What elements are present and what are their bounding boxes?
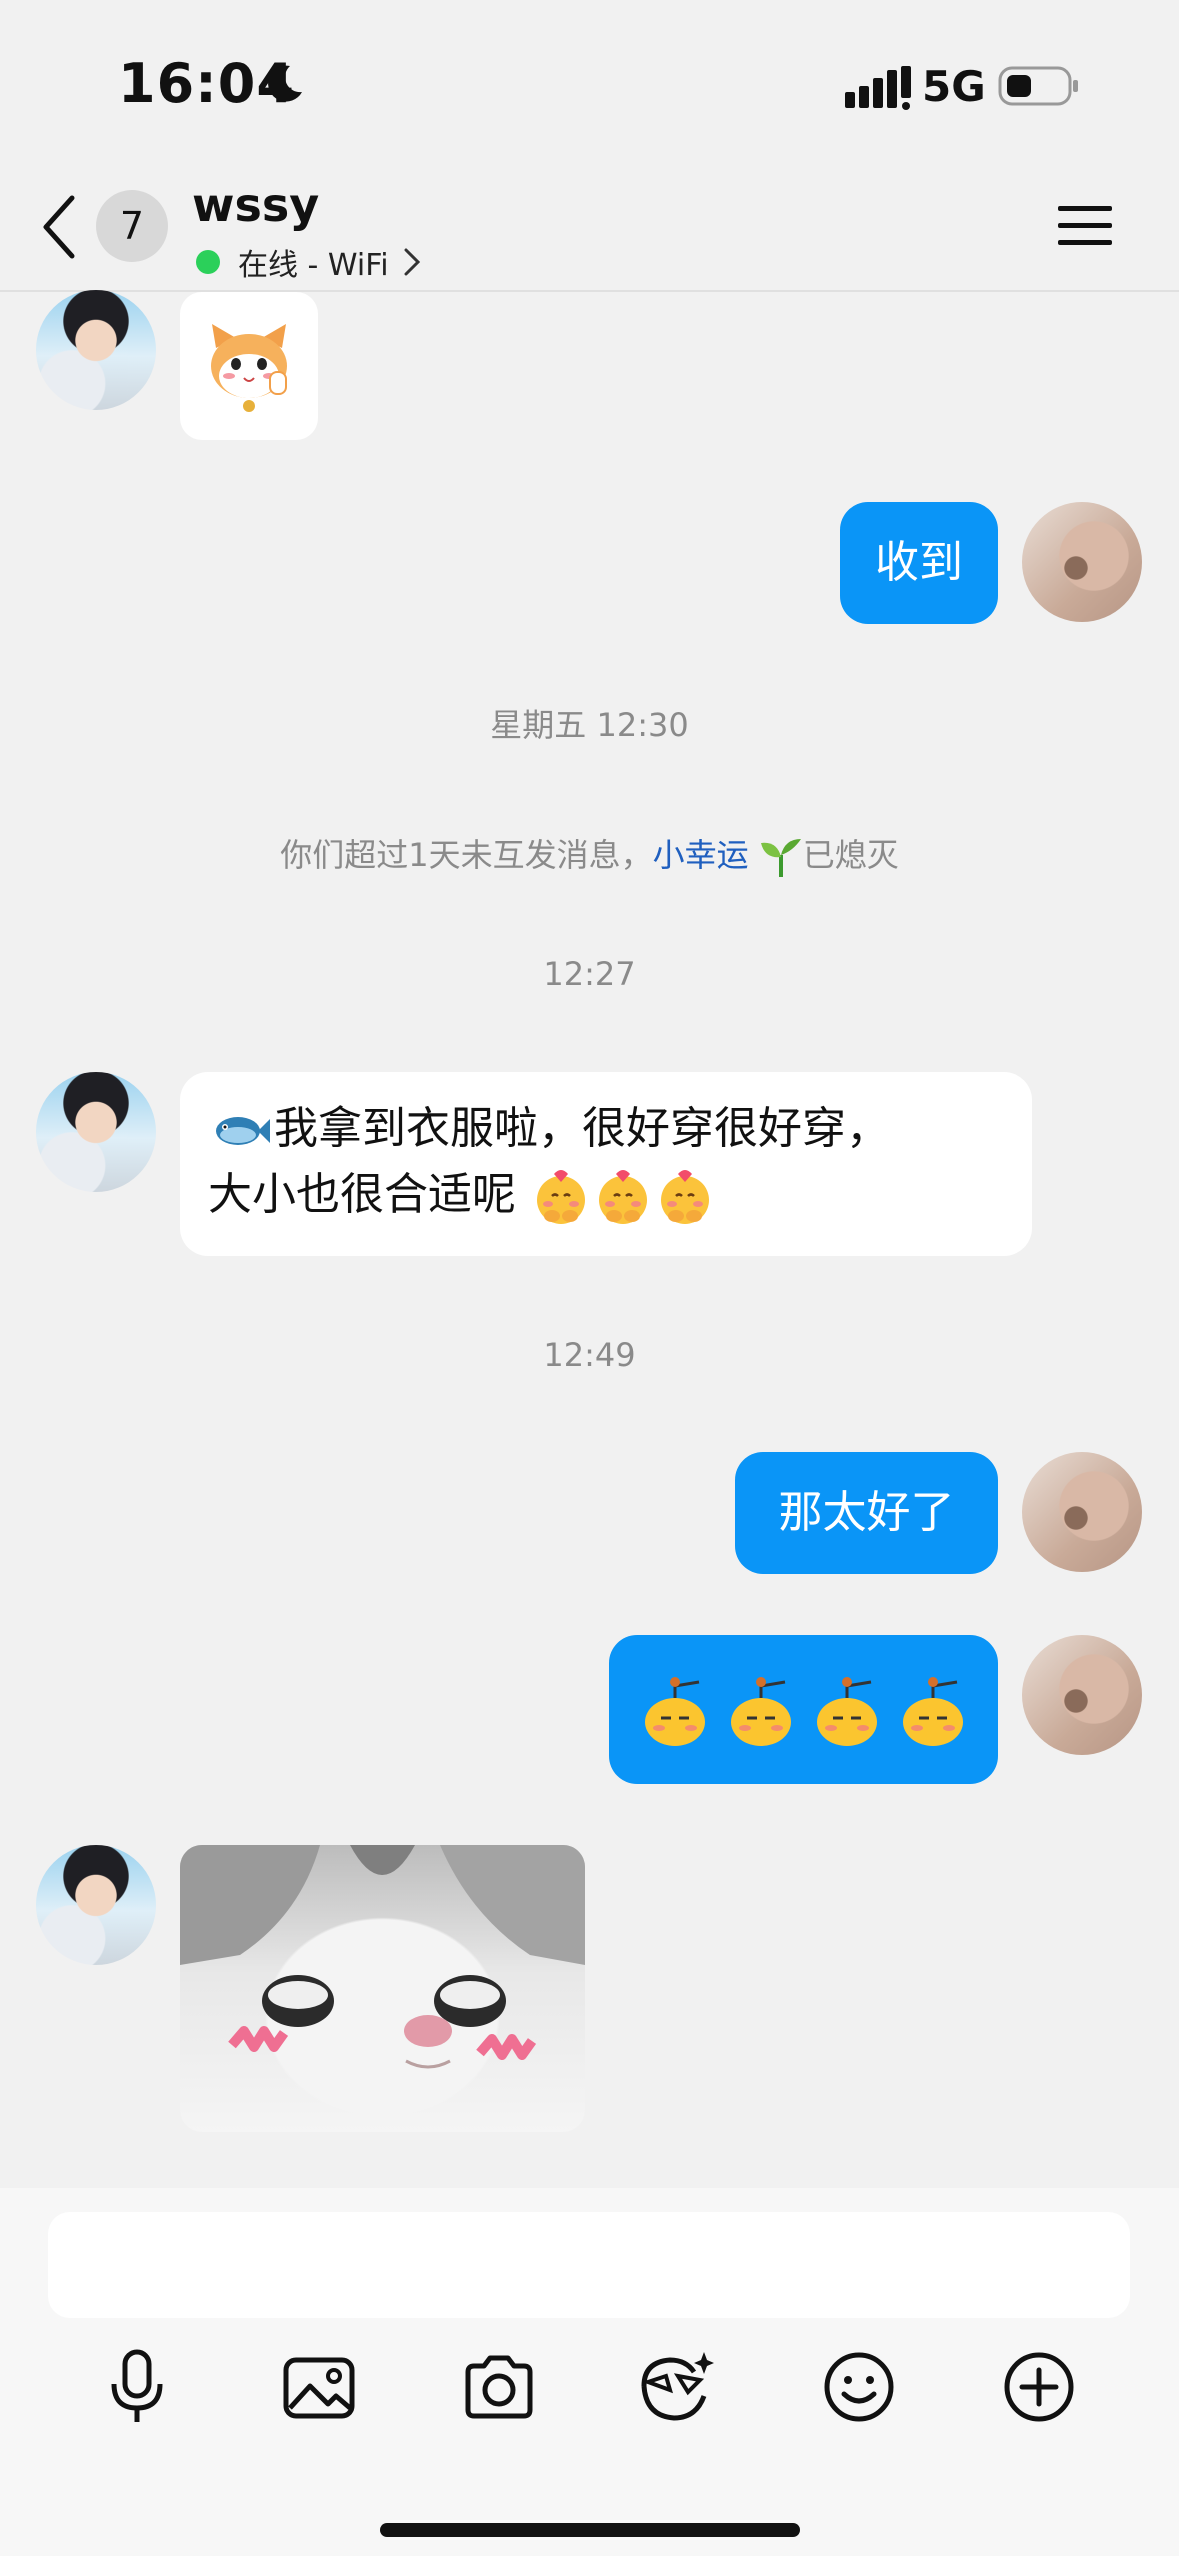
contact-name[interactable]: wssy	[192, 178, 319, 232]
notice-prefix: 你们超过1天未互发消息，	[280, 836, 653, 874]
yellow-face-sprout-emoji	[902, 1676, 963, 1746]
yellow-face-sprout-emoji	[730, 1676, 791, 1746]
fish-emoji	[216, 1117, 270, 1145]
my-avatar[interactable]	[1022, 502, 1142, 622]
sticker-message[interactable]	[180, 292, 318, 440]
battery-icon	[998, 66, 1078, 106]
timestamp: 12:27	[543, 955, 636, 993]
composer-bar	[0, 2188, 1179, 2556]
image-icon[interactable]	[278, 2346, 360, 2428]
my-avatar[interactable]	[1022, 1452, 1142, 1572]
notice-link[interactable]: 小幸运	[653, 836, 749, 874]
menu-icon[interactable]	[1058, 204, 1112, 248]
message-text-line1: 我拿到衣服啦，很好穿很好穿，	[274, 1103, 890, 1154]
status-bar: 16:04 5G	[0, 0, 1179, 170]
sent-message[interactable]: 收到	[840, 502, 998, 624]
contact-avatar[interactable]	[36, 1845, 156, 1965]
unread-badge[interactable]: 7	[96, 190, 168, 262]
chat-header: 7 wssy 在线 - WiFi	[0, 170, 1179, 292]
hug-emoji	[661, 1170, 709, 1224]
cat-face-sticker	[211, 324, 287, 412]
sent-emoji-message[interactable]	[609, 1635, 998, 1784]
timestamp: 12:49	[543, 1336, 636, 1374]
network-label: 5G	[922, 62, 986, 111]
face-sticker-icon[interactable]	[634, 2346, 716, 2428]
my-avatar[interactable]	[1022, 1635, 1142, 1755]
plus-icon[interactable]	[998, 2346, 1080, 2428]
contact-avatar[interactable]	[36, 1072, 156, 1192]
back-chevron-icon[interactable]	[38, 192, 82, 262]
sent-message[interactable]: 那太好了	[735, 1452, 998, 1574]
hug-emoji	[599, 1170, 647, 1224]
online-dot	[196, 250, 220, 274]
emoji-smile-icon[interactable]	[818, 2346, 900, 2428]
message-text: 那太好了	[778, 1487, 955, 1538]
microphone-icon[interactable]	[96, 2346, 178, 2428]
moon-icon	[268, 65, 302, 102]
online-status[interactable]: 在线 - WiFi	[196, 240, 421, 284]
message-input[interactable]	[48, 2212, 1130, 2318]
notice-suffix: 已熄灭	[802, 836, 899, 874]
online-status-text: 在线 - WiFi	[238, 248, 389, 283]
signal-icon	[845, 66, 911, 110]
cat-photo[interactable]	[180, 1845, 585, 2132]
yellow-face-sprout-emoji	[816, 1676, 877, 1746]
chevron-right-icon	[404, 248, 420, 276]
home-indicator[interactable]	[380, 2523, 800, 2537]
camera-icon[interactable]	[458, 2346, 540, 2428]
message-text: 收到	[875, 537, 963, 588]
contact-avatar[interactable]	[36, 290, 156, 410]
system-notice: 你们超过1天未互发消息，小幸运 已熄灭	[0, 830, 1179, 877]
cat-photo-image	[180, 1845, 585, 2069]
hug-emoji	[537, 1170, 585, 1224]
message-text-line2: 大小也很合适呢	[208, 1169, 516, 1220]
received-message[interactable]: 我拿到衣服啦，很好穿很好穿， 大小也很合适呢	[180, 1072, 1032, 1256]
yellow-face-sprout-emoji	[644, 1676, 705, 1746]
timestamp: 星期五 12:30	[490, 706, 689, 744]
sprout-icon	[760, 839, 801, 877]
